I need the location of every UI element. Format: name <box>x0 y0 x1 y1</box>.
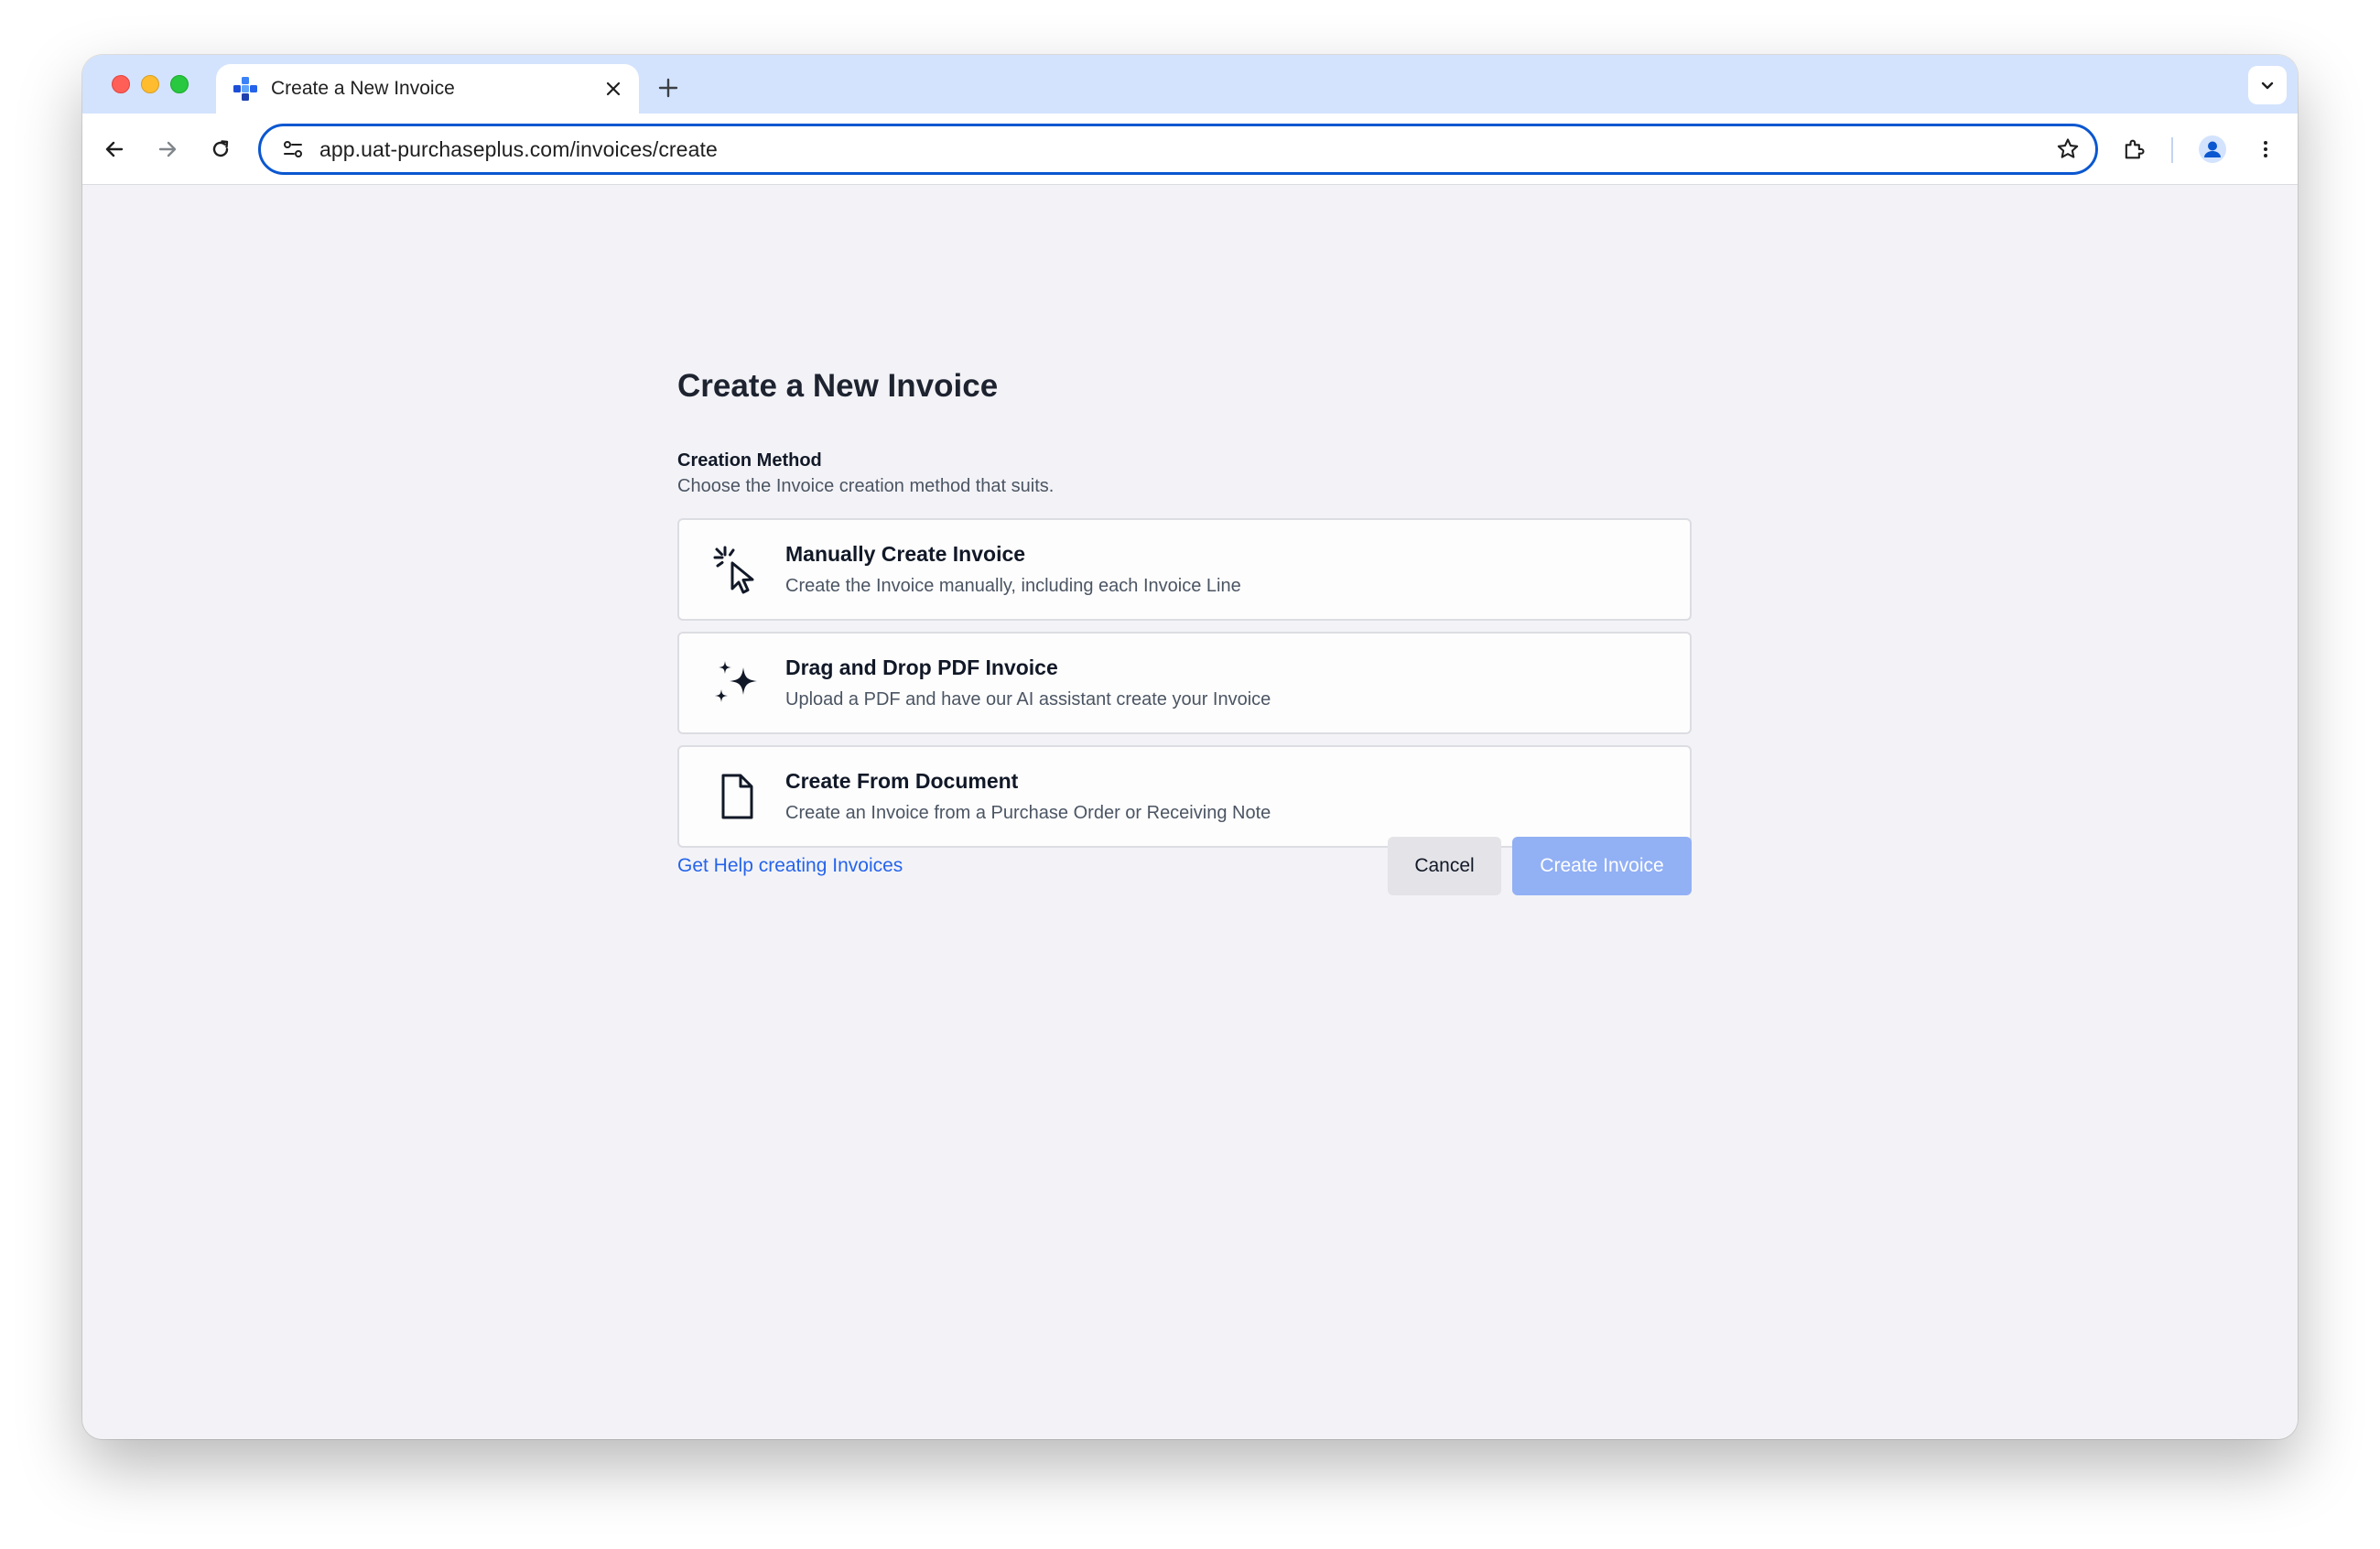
site-settings-tune-icon[interactable] <box>270 137 316 161</box>
option-pdf-invoice[interactable]: Drag and Drop PDF Invoice Upload a PDF a… <box>677 632 1692 734</box>
close-window-button[interactable] <box>112 75 130 93</box>
profile-avatar-icon[interactable] <box>2195 132 2230 167</box>
close-tab-icon[interactable] <box>600 76 626 102</box>
option-description: Upload a PDF and have our AI assistant c… <box>785 689 1271 710</box>
extensions-puzzle-icon[interactable] <box>2116 132 2151 167</box>
option-description: Create the Invoice manually, including e… <box>785 576 1241 596</box>
option-title: Drag and Drop PDF Invoice <box>785 655 1058 679</box>
browser-window: Create a New Invoice app.uat-purchaseplu… <box>82 55 2298 1439</box>
option-manual-invoice[interactable]: Manually Create Invoice Create the Invoi… <box>677 518 1692 621</box>
minimize-window-button[interactable] <box>141 75 159 93</box>
forward-arrow-icon[interactable] <box>150 132 185 167</box>
bookmark-star-icon[interactable] <box>2046 127 2090 171</box>
option-title: Create From Document <box>785 769 1019 793</box>
creation-method-description: Choose the Invoice creation method that … <box>677 476 1055 496</box>
purchaseplus-logo-icon <box>233 76 258 102</box>
document-icon <box>707 766 767 827</box>
browser-menu-kebab-icon[interactable] <box>2248 132 2283 167</box>
address-bar[interactable]: app.uat-purchaseplus.com/invoices/create <box>258 124 2098 175</box>
back-arrow-icon[interactable] <box>97 132 132 167</box>
option-from-document[interactable]: Create From Document Create an Invoice f… <box>677 745 1692 848</box>
tab-title: Create a New Invoice <box>271 78 455 99</box>
tab-search-chevron-down-icon[interactable] <box>2248 66 2287 104</box>
page-content: Create a New Invoice Creation Method Cho… <box>82 185 2298 1439</box>
sparkles-icon <box>707 653 767 713</box>
page-title: Create a New Invoice <box>677 368 999 404</box>
tab-active[interactable]: Create a New Invoice <box>216 64 639 114</box>
toolbar-divider <box>2171 137 2173 163</box>
create-invoice-button[interactable]: Create Invoice <box>1512 837 1692 895</box>
cancel-button[interactable]: Cancel <box>1388 837 1501 895</box>
reload-icon[interactable] <box>203 132 238 167</box>
tab-strip: Create a New Invoice <box>82 55 2298 114</box>
help-link[interactable]: Get Help creating Invoices <box>677 855 903 877</box>
cursor-click-icon <box>707 539 767 600</box>
maximize-window-button[interactable] <box>170 75 189 93</box>
option-description: Create an Invoice from a Purchase Order … <box>785 803 1271 823</box>
browser-toolbar: app.uat-purchaseplus.com/invoices/create <box>82 114 2298 185</box>
creation-method-label: Creation Method <box>677 450 822 471</box>
url-text[interactable]: app.uat-purchaseplus.com/invoices/create <box>319 137 2046 162</box>
option-title: Manually Create Invoice <box>785 542 1026 566</box>
new-tab-icon[interactable] <box>652 71 685 104</box>
